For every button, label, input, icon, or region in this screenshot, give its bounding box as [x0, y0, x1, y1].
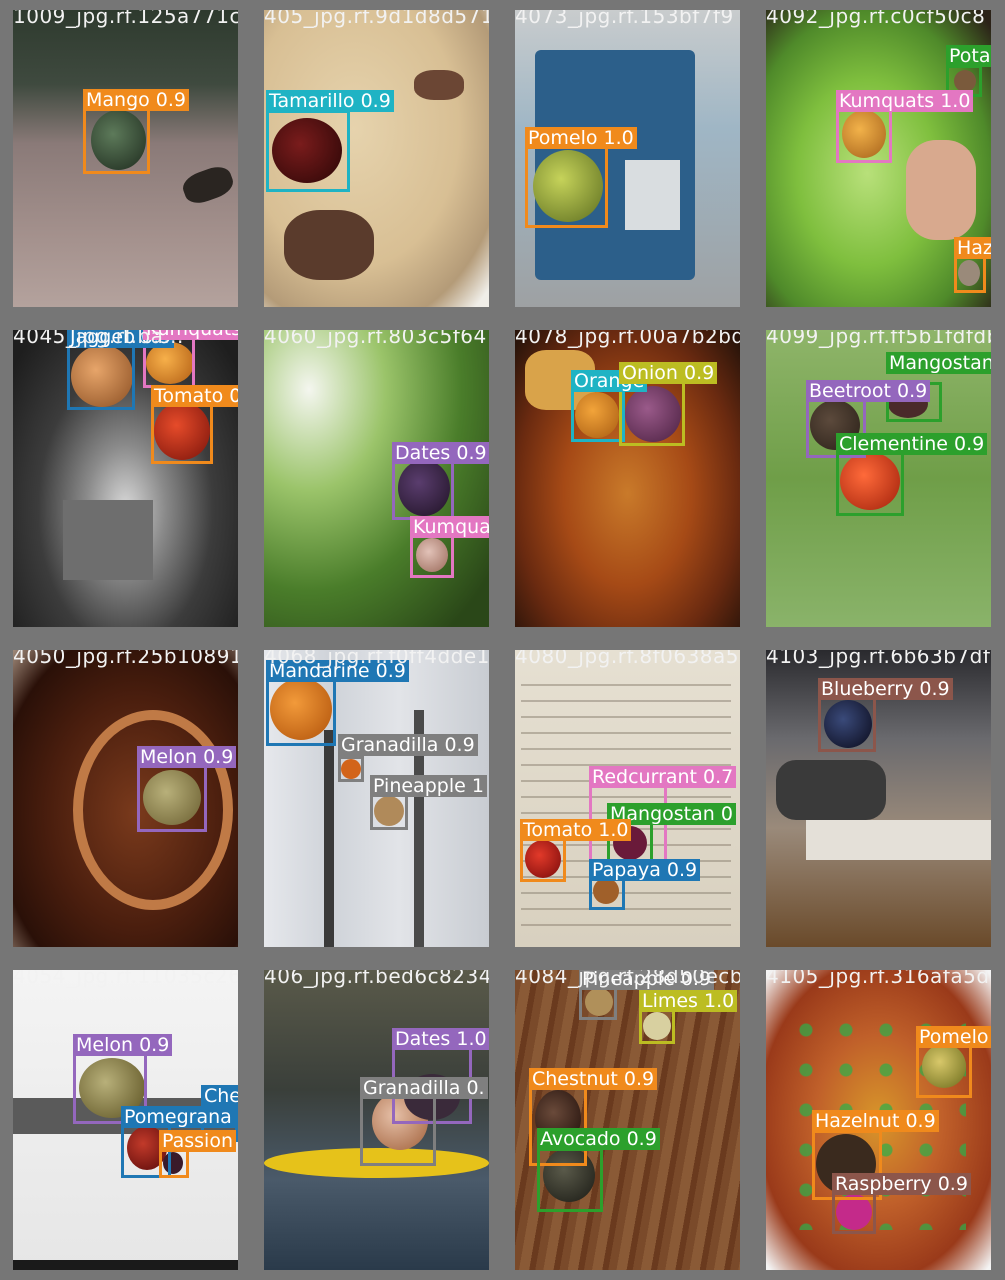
- image-tile[interactable]: 4078_jpg.rf.00a7b2bd Orange Onion 0.9: [515, 330, 740, 627]
- detection-label: Tomato 1.0: [520, 819, 632, 841]
- detection-label: Granadilla 0.: [360, 1077, 488, 1099]
- detection-label: Papaya 0.9: [589, 859, 701, 881]
- detection-label: Dates 0.9: [392, 442, 489, 464]
- detection-label: Blueberry 0.9: [818, 678, 953, 700]
- filename-label: 4103_jpg.rf.6b63b7df8: [766, 650, 991, 668]
- detection-label: Melon 0.9: [73, 1034, 173, 1056]
- detection-label: Mango 0.9: [83, 89, 190, 111]
- hand: [906, 140, 976, 240]
- detection-label: Granadilla 0.9: [338, 734, 478, 756]
- detection-box: [410, 534, 454, 578]
- detection-box: [639, 1008, 675, 1044]
- detection-label: Clementine 0.9: [836, 433, 988, 455]
- detection-box: [159, 1148, 189, 1178]
- filename-label: 4105_jpg.rf.316afa5d: [766, 970, 990, 988]
- tunnel-exit: [63, 500, 153, 580]
- filename-label: 4050_jpg.rf.25b10891: [13, 650, 238, 668]
- detection-label: Haze: [954, 237, 991, 259]
- filename-label: 4092_jpg.rf.c0cf50c8: [766, 10, 986, 28]
- detection-box: [266, 110, 350, 192]
- detection-label: Tomato 0: [151, 385, 238, 407]
- detection-box: [370, 792, 408, 830]
- cookie-chunk: [414, 70, 464, 100]
- detection-label: Mangostan: [886, 352, 991, 374]
- filename-label: 4080_jpg.rf.8f0638a5: [515, 650, 740, 668]
- image-tile[interactable]: 4099_jpg.rf.ff5b1fdfdb Mangostan Beetroo…: [766, 330, 991, 627]
- detection-label: Kumquats 1.0: [836, 90, 974, 112]
- image-tile[interactable]: 4084_jpg.rf.28d50ecb Pineapple 0.9 Limes…: [515, 970, 740, 1270]
- detection-label: Melon 0.9: [137, 746, 237, 768]
- scene-image: [264, 330, 489, 627]
- detection-label: Tamarillo 0.9: [266, 90, 394, 112]
- machine-panel: [625, 160, 680, 230]
- image-tile[interactable]: 4092_jpg.rf.c0cf50c8 Potat Kumquats 1.0 …: [766, 10, 991, 307]
- image-tile[interactable]: 4050_jpg.rf.25b10891 Melon 0.9: [13, 650, 238, 947]
- detection-box: [836, 108, 892, 163]
- filename-label: 4045_jpg.rf.ba...: [13, 330, 184, 348]
- filename-label: 4073_jpg.rf.153bf7f9: [515, 10, 734, 28]
- image-tile[interactable]: 4080_jpg.rf.8f0638a5 Redcurrant 0.7 Mang…: [515, 650, 740, 947]
- detection-label: Pomegrana: [121, 1106, 235, 1128]
- detection-box: [571, 388, 625, 442]
- filename-label: 1009_jpg.rf.125a771c: [13, 10, 238, 28]
- detection-box: [392, 460, 454, 520]
- filename-label: 4068_jpg.rf.f0ff4dde1: [264, 650, 489, 668]
- people: [776, 760, 886, 820]
- filename-label: 4078_jpg.rf.00a7b2bd: [515, 330, 740, 348]
- tree-trunk: [324, 730, 334, 947]
- detection-box: [338, 756, 364, 782]
- image-tile[interactable]: 4105_jpg.rf.316afa5d Pomelo Hazelnut 0.9…: [766, 970, 991, 1270]
- detection-box: [360, 1096, 436, 1166]
- filename-label: 405_jpg.rf.9d1d8d571: [264, 10, 489, 28]
- detection-box: [525, 146, 608, 228]
- image-tile[interactable]: 4073_jpg.rf.153bf7f9 Pomelo 1.0: [515, 10, 740, 307]
- detection-box: [151, 402, 213, 464]
- detection-box: [954, 255, 986, 293]
- filename-label: 4054_jpg.rf.11035c26: [13, 970, 238, 988]
- filename-label: 406_jpg.rf.bed6c8234: [264, 970, 489, 988]
- detection-label: Hazelnut 0.9: [812, 1110, 939, 1132]
- filename-label: 4084_jpg.rf.28d50ecb: [515, 970, 740, 988]
- filename-label: 4099_jpg.rf.ff5b1fdfdb: [766, 330, 991, 348]
- detection-box: [537, 1148, 603, 1212]
- image-tile[interactable]: 1009_jpg.rf.125a771c Mango 0.9: [13, 10, 238, 307]
- detection-label: Raspberry 0.9: [832, 1173, 971, 1195]
- detection-label: Pomelo 1.0: [525, 127, 637, 149]
- detection-box: [266, 676, 336, 746]
- detection-label: Limes 1.0: [639, 990, 738, 1012]
- cookie-chunk: [284, 210, 374, 280]
- detection-label: Kumqua: [410, 516, 489, 538]
- image-tile[interactable]: 405_jpg.rf.9d1d8d571 Tamarillo 0.9: [264, 10, 489, 307]
- detection-label: Potat: [946, 45, 991, 67]
- counter: [806, 820, 991, 860]
- detection-box: [818, 696, 876, 752]
- detection-label: Passion: [159, 1130, 236, 1152]
- detection-box: [520, 836, 566, 882]
- detection-box: [836, 452, 904, 516]
- image-tile[interactable]: 4060_jpg.rf.803c5f64 Dates 0.9 Kumqua: [264, 330, 489, 627]
- detection-label: Cher: [201, 1085, 238, 1107]
- detection-label: Pineapple 1: [370, 775, 487, 797]
- detection-box: [137, 764, 207, 832]
- detection-label: Chestnut 0.9: [529, 1068, 658, 1090]
- detection-label: Redcurrant 0.7: [589, 766, 737, 788]
- image-tile[interactable]: 4054_jpg.rf.11035c26 Melon 0.9 Cher Pome…: [13, 970, 238, 1270]
- image-tile[interactable]: 4103_jpg.rf.6b63b7df8 Blueberry 0.9: [766, 650, 991, 947]
- filename-label: 4060_jpg.rf.803c5f64: [264, 330, 487, 348]
- detection-label: Pomelo: [916, 1026, 991, 1048]
- detection-box: [916, 1040, 972, 1098]
- detection-box: [832, 1190, 876, 1234]
- detection-label: Onion 0.9: [619, 362, 718, 384]
- image-tile[interactable]: 406_jpg.rf.bed6c8234 Dates 1.0 Granadill…: [264, 970, 489, 1270]
- detection-label: Beetroot 0.9: [806, 380, 931, 402]
- detection-label: Dates 1.0: [392, 1028, 489, 1050]
- detection-box: [83, 106, 150, 174]
- bottom-strip: [13, 1260, 238, 1270]
- image-tile[interactable]: 4068_jpg.rf.f0ff4dde1 Mandarine 0.9 Gran…: [264, 650, 489, 947]
- image-tile[interactable]: 4045_jpg.rf.ba... Jaggeb 0.9 Kumquats To…: [13, 330, 238, 627]
- detection-box: [67, 340, 135, 410]
- detection-label: Avocado 0.9: [537, 1128, 660, 1150]
